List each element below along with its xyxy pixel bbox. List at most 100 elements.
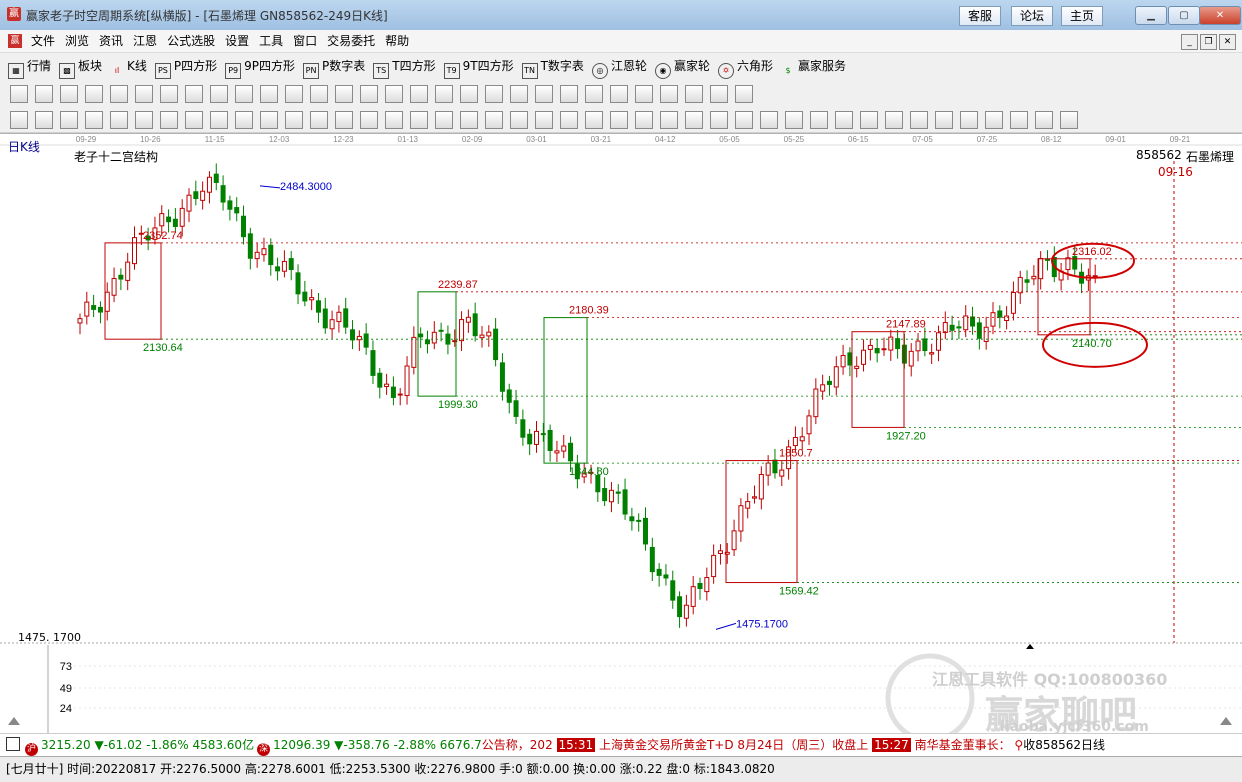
analysis-tool-17-icon[interactable]	[410, 111, 428, 129]
analysis-tool-10-icon[interactable]	[235, 111, 253, 129]
draw-tool-8-icon[interactable]	[185, 85, 203, 103]
analysis-tool-43-icon[interactable]	[1060, 111, 1078, 129]
menu-help[interactable]: 帮助	[380, 30, 414, 52]
analysis-tool-38-icon[interactable]	[935, 111, 953, 129]
analysis-tool-8-icon[interactable]	[185, 111, 203, 129]
analysis-tool-20-icon[interactable]	[485, 111, 503, 129]
period-label[interactable]: 日K线	[8, 138, 40, 155]
mdi-close-icon[interactable]: ✕	[1219, 34, 1236, 50]
draw-tool-18-icon[interactable]	[435, 85, 453, 103]
analysis-tool-26-icon[interactable]	[635, 111, 653, 129]
draw-tool-2-icon[interactable]	[35, 85, 53, 103]
analysis-tool-27-icon[interactable]	[660, 111, 678, 129]
analysis-tool-37-icon[interactable]	[910, 111, 928, 129]
analysis-tool-30-icon[interactable]	[735, 111, 753, 129]
menu-formula[interactable]: 公式选股	[162, 30, 220, 52]
draw-tool-21-icon[interactable]	[510, 85, 528, 103]
customer-service-button[interactable]: 客服	[959, 6, 1002, 26]
analysis-tool-14-icon[interactable]	[335, 111, 353, 129]
draw-tool-10-icon[interactable]	[235, 85, 253, 103]
draw-tool-26-icon[interactable]	[635, 85, 653, 103]
mdi-minimize-icon[interactable]: _	[1181, 34, 1198, 50]
analysis-tool-21-icon[interactable]	[510, 111, 528, 129]
draw-tool-1-icon[interactable]	[10, 85, 28, 103]
toolbar-hexagon[interactable]: ✡ 六角形	[717, 53, 773, 80]
draw-tool-14-icon[interactable]	[335, 85, 353, 103]
analysis-tool-39-icon[interactable]	[960, 111, 978, 129]
draw-tool-23-icon[interactable]	[560, 85, 578, 103]
analysis-tool-33-icon[interactable]	[810, 111, 828, 129]
menu-browse[interactable]: 浏览	[60, 30, 94, 52]
draw-tool-6-icon[interactable]	[135, 85, 153, 103]
draw-tool-30-icon[interactable]	[735, 85, 753, 103]
analysis-tool-36-icon[interactable]	[885, 111, 903, 129]
analysis-tool-24-icon[interactable]	[585, 111, 603, 129]
news-item-2[interactable]: 上海黄金交易所黄金T+D 8月24日（周三）收盘上	[599, 738, 868, 752]
menu-window[interactable]: 窗口	[288, 30, 322, 52]
draw-tool-17-icon[interactable]	[410, 85, 428, 103]
analysis-tool-5-icon[interactable]	[110, 111, 128, 129]
analysis-tool-7-icon[interactable]	[160, 111, 178, 129]
toolbar-winner-wheel[interactable]: ◉ 赢家轮	[654, 53, 710, 80]
analysis-tool-16-icon[interactable]	[385, 111, 403, 129]
draw-tool-25-icon[interactable]	[610, 85, 628, 103]
analysis-tool-29-icon[interactable]	[710, 111, 728, 129]
toolbar-9t-square[interactable]: T9 9T四方形	[443, 53, 514, 80]
analysis-tool-2-icon[interactable]	[35, 111, 53, 129]
analysis-tool-35-icon[interactable]	[860, 111, 878, 129]
analysis-tool-4-icon[interactable]	[85, 111, 103, 129]
draw-tool-5-icon[interactable]	[110, 85, 128, 103]
draw-tool-28-icon[interactable]	[685, 85, 703, 103]
menu-trade[interactable]: 交易委托	[322, 30, 380, 52]
analysis-tool-31-icon[interactable]	[760, 111, 778, 129]
draw-tool-7-icon[interactable]	[160, 85, 178, 103]
draw-tool-29-icon[interactable]	[710, 85, 728, 103]
analysis-tool-25-icon[interactable]	[610, 111, 628, 129]
analysis-tool-18-icon[interactable]	[435, 111, 453, 129]
draw-tool-9-icon[interactable]	[210, 85, 228, 103]
toolbar-p-number[interactable]: PN P数字表	[303, 53, 365, 80]
menu-gann[interactable]: 江恩	[128, 30, 162, 52]
draw-tool-20-icon[interactable]	[485, 85, 503, 103]
toolbar-9p-square[interactable]: P9 9P四方形	[225, 53, 295, 80]
kline-chart[interactable]: 09-29 10-26 11-15 12-03 12-23 01-13 02-09 03-01…	[0, 133, 1242, 737]
analysis-tool-34-icon[interactable]	[835, 111, 853, 129]
analysis-tool-40-icon[interactable]	[985, 111, 1003, 129]
close-icon[interactable]: ✕	[1199, 6, 1241, 25]
toolbar-quote[interactable]: ▦ 行情	[8, 53, 51, 80]
analysis-tool-22-icon[interactable]	[535, 111, 553, 129]
analysis-tool-41-icon[interactable]	[1010, 111, 1028, 129]
draw-tool-12-icon[interactable]	[285, 85, 303, 103]
toolbar-service[interactable]: $ 赢家服务	[781, 53, 846, 80]
draw-tool-13-icon[interactable]	[310, 85, 328, 103]
menu-file[interactable]: 文件	[26, 30, 60, 52]
menu-news[interactable]: 资讯	[94, 30, 128, 52]
draw-tool-19-icon[interactable]	[460, 85, 478, 103]
draw-tool-24-icon[interactable]	[585, 85, 603, 103]
toolbar-p-square[interactable]: PS P四方形	[154, 53, 217, 80]
toolbar-kline[interactable]: ıl K线	[110, 53, 147, 80]
maximize-icon[interactable]: ▢	[1168, 6, 1200, 25]
analysis-tool-42-icon[interactable]	[1035, 111, 1053, 129]
analysis-tool-1-icon[interactable]	[10, 111, 28, 129]
homepage-button[interactable]: 主页	[1061, 6, 1104, 26]
draw-tool-11-icon[interactable]	[260, 85, 278, 103]
analysis-tool-15-icon[interactable]	[360, 111, 378, 129]
mdi-restore-icon[interactable]: ❐	[1200, 34, 1217, 50]
analysis-tool-28-icon[interactable]	[685, 111, 703, 129]
toolbar-block[interactable]: ▩ 板块	[59, 53, 102, 80]
draw-tool-15-icon[interactable]	[360, 85, 378, 103]
grid-icon[interactable]	[6, 737, 20, 751]
analysis-tool-23-icon[interactable]	[560, 111, 578, 129]
analysis-tool-32-icon[interactable]	[785, 111, 803, 129]
chart-canvas[interactable]: 09-29 10-26 11-15 12-03 12-23 01-13 02-09 03-01…	[0, 133, 1242, 733]
analysis-tool-9-icon[interactable]	[210, 111, 228, 129]
draw-tool-27-icon[interactable]	[660, 85, 678, 103]
news-item-3[interactable]: 南华基金董事长：	[915, 738, 1011, 752]
news-item-1[interactable]: 公告称，202	[482, 738, 553, 752]
analysis-tool-12-icon[interactable]	[285, 111, 303, 129]
draw-tool-16-icon[interactable]	[385, 85, 403, 103]
toolbar-gann-wheel[interactable]: ◎ 江恩轮	[591, 53, 647, 80]
analysis-tool-6-icon[interactable]	[135, 111, 153, 129]
menu-tools[interactable]: 工具	[254, 30, 288, 52]
